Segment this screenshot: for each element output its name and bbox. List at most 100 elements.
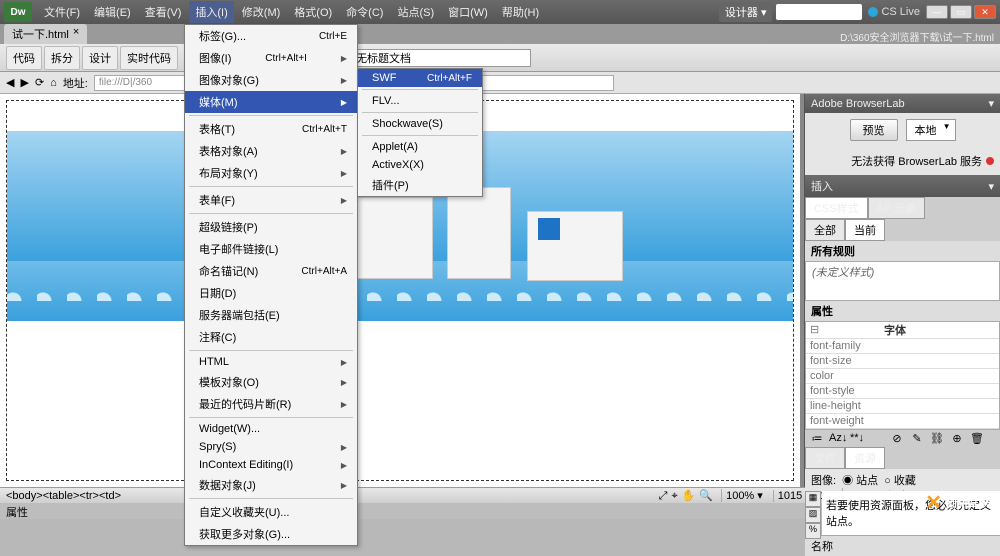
menu-item[interactable]: 帮助(H) (496, 1, 545, 23)
menu-entry[interactable]: 表格(T)Ctrl+Alt+T (185, 118, 357, 140)
preview-button[interactable]: 预览 (850, 119, 898, 141)
css-all-tab[interactable]: 全部 (805, 219, 845, 241)
css-property-row[interactable]: font-family (806, 339, 999, 354)
menu-entry[interactable]: 命名锚记(N)Ctrl+Alt+A (185, 260, 357, 282)
rules-list[interactable]: (未定义样式) (805, 261, 1000, 301)
browserlab-panel-header[interactable]: Adobe BrowserLab▾ (805, 94, 1000, 113)
menu-entry[interactable]: 标签(G)...Ctrl+E (185, 25, 357, 47)
css-toolbar-button[interactable]: ≔ (809, 432, 825, 445)
menu-entry[interactable]: 最近的代码片断(R) (185, 393, 357, 415)
css-toolbar-button[interactable]: ⊘ (889, 432, 905, 445)
menu-entry[interactable]: InContext Editing(I) (185, 456, 357, 474)
status-tool-button[interactable]: ⤢ (659, 490, 668, 502)
menu-entry[interactable]: 超级链接(P) (185, 216, 357, 238)
menu-entry[interactable]: 表格对象(A) (185, 140, 357, 162)
menu-entry[interactable]: Spry(S) (185, 438, 357, 456)
menu-item[interactable]: 查看(V) (139, 1, 188, 23)
assets-category-icons[interactable]: ▦ ▨ % (805, 491, 821, 539)
submenu-entry[interactable]: 插件(P) (358, 174, 482, 196)
insert-menu-dropdown[interactable]: 标签(G)...Ctrl+E图像(I)Ctrl+Alt+I图像对象(G)媒体(M… (184, 24, 358, 546)
color-category-icon[interactable]: ▨ (805, 507, 821, 523)
css-styles-tab[interactable]: CSS样式 (805, 197, 868, 219)
css-toolbar-button[interactable]: ⊕ (949, 432, 965, 445)
view-split-button[interactable]: 拆分 (44, 46, 80, 70)
submenu-entry[interactable]: SWFCtrl+Alt+F (358, 69, 482, 87)
menu-entry[interactable]: 获取更多对象(G)... (185, 523, 357, 545)
css-toolbar-button[interactable]: **↓ (849, 432, 865, 445)
submenu-entry[interactable]: Applet(A) (358, 138, 482, 156)
location-dropdown[interactable]: 本地 (906, 119, 956, 141)
close-button[interactable]: ✕ (974, 5, 996, 19)
browserlab-status: 无法获得 BrowserLab 服务 (851, 156, 982, 168)
menu-entry[interactable]: 图像对象(G) (185, 69, 357, 91)
menu-entry[interactable]: 表单(F) (185, 189, 357, 211)
tag-selector[interactable]: <body><table><tr><td> (6, 490, 121, 502)
menu-entry[interactable]: 图像(I)Ctrl+Alt+I (185, 47, 357, 69)
css-property-row[interactable]: font-size (806, 354, 999, 369)
maximize-button[interactable]: ▭ (950, 5, 972, 19)
url-category-icon[interactable]: % (805, 523, 821, 539)
view-live-button[interactable]: 实时代码 (120, 46, 178, 70)
submenu-entry[interactable]: Shockwave(S) (358, 115, 482, 133)
status-tool-button[interactable]: ⌖ (671, 490, 677, 502)
css-toolbar-button[interactable]: ✎ (909, 432, 925, 445)
status-tool-button[interactable]: ✋ (682, 490, 696, 502)
assets-favorites-radio[interactable]: ○ 收藏 (884, 472, 916, 488)
ap-elements-tab[interactable]: AP 元素 (868, 197, 926, 219)
menu-entry[interactable]: 布局对象(Y) (185, 162, 357, 184)
image-category-icon[interactable]: ▦ (805, 491, 821, 507)
files-tab[interactable]: 文件 (805, 447, 845, 469)
menu-entry[interactable]: 日期(D) (185, 282, 357, 304)
document-tab[interactable]: 试一下.html × (4, 24, 87, 44)
assets-image-label: 图像: (811, 472, 836, 488)
menu-entry[interactable]: 电子邮件链接(L) (185, 238, 357, 260)
menu-item[interactable]: 窗口(W) (442, 1, 494, 23)
css-toolbar-button[interactable] (869, 432, 885, 445)
menu-item[interactable]: 站点(S) (391, 1, 440, 23)
insert-panel-header[interactable]: 插入▾ (805, 175, 1000, 197)
submenu-entry[interactable]: ActiveX(X) (358, 156, 482, 174)
font-properties[interactable]: ⊟字体 font-familyfont-sizecolorfont-stylel… (805, 321, 1000, 430)
menu-entry[interactable]: 自定义收藏夹(U)... (185, 501, 357, 523)
menu-item[interactable]: 插入(I) (189, 1, 233, 23)
css-toolbar-button[interactable]: 🗑 (969, 432, 985, 445)
submenu-entry[interactable]: FLV... (358, 92, 482, 110)
menu-item[interactable]: 文件(F) (38, 1, 86, 23)
view-code-button[interactable]: 代码 (6, 46, 42, 70)
workspace-switcher[interactable]: 设计器 ▾ (719, 2, 773, 22)
css-current-tab[interactable]: 当前 (845, 219, 885, 241)
watermark: ✕创新互联 (915, 485, 1000, 519)
app-logo: Dw (4, 2, 32, 22)
css-property-row[interactable]: font-style (806, 384, 999, 399)
menu-entry[interactable]: 数据对象(J) (185, 474, 357, 496)
tab-close-icon[interactable]: × (73, 26, 79, 42)
menu-entry[interactable]: 服务器端包括(E) (185, 304, 357, 326)
view-design-button[interactable]: 设计 (82, 46, 118, 70)
menu-entry[interactable]: 模板对象(O) (185, 371, 357, 393)
css-property-row[interactable]: line-height (806, 399, 999, 414)
title-input[interactable] (351, 49, 531, 67)
status-tool-button[interactable]: 🔍 (699, 490, 713, 502)
menu-item[interactable]: 编辑(E) (88, 1, 137, 23)
media-submenu[interactable]: SWFCtrl+Alt+F FLV... Shockwave(S) Applet(A)… (357, 68, 483, 197)
assets-site-radio[interactable]: ◉ 站点 (842, 472, 878, 488)
document-toolbar: 代码 拆分 设计 实时代码 标题: (0, 44, 1000, 72)
menu-entry[interactable]: 注释(C) (185, 326, 357, 348)
zoom-level[interactable]: 100% ▾ (721, 489, 767, 502)
cslive-button[interactable]: CS Live (868, 6, 920, 18)
menu-entry[interactable]: HTML (185, 353, 357, 371)
menu-entry[interactable]: 媒体(M) (185, 91, 357, 113)
css-toolbar-button[interactable]: ⛓ (929, 432, 945, 445)
css-toolbar-button[interactable]: Az↓ (829, 432, 845, 445)
menu-item[interactable]: 修改(M) (236, 1, 287, 23)
assets-column-header[interactable]: 名称 (805, 535, 1000, 556)
css-property-row[interactable]: color (806, 369, 999, 384)
menu-item[interactable]: 命令(C) (340, 1, 389, 23)
css-property-row[interactable]: font-weight (806, 414, 999, 429)
menu-item[interactable]: 格式(O) (288, 1, 338, 23)
menu-entry[interactable]: Widget(W)... (185, 420, 357, 438)
minimize-button[interactable]: — (926, 5, 948, 19)
cslive-icon (868, 7, 878, 17)
search-input[interactable] (776, 4, 862, 20)
assets-tab[interactable]: 资源 (845, 447, 885, 469)
